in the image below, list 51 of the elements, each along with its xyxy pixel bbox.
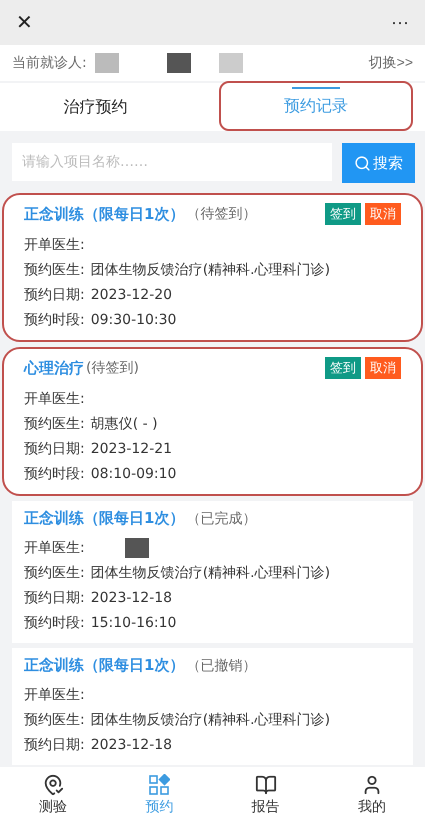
tab[interactable]: 预约记录 [218,81,413,131]
cancel-button[interactable]: 取消 [365,357,401,379]
record-status: （待签到） [186,205,256,223]
field-value: 15:10-16:10 [90,614,176,630]
field-label: 预约日期: [24,736,85,754]
record-title: 正念训练（限每日1次） [24,204,184,224]
record-status: （已完成） [186,510,256,528]
field-label: 预约时段: [24,614,85,632]
patient-label: 当前就诊人: [12,54,87,72]
field-value: 2023-12-18 [90,736,172,752]
field-label: 预约日期: [24,588,85,606]
field-value: 团体生物反馈治疗(精神科.心理科门诊) [90,564,330,582]
field-label: 预约日期: [24,286,85,304]
field-value: 2023-12-20 [90,286,172,302]
location-pin-icon [42,774,64,796]
field-label: 预约医生: [24,564,85,582]
field-value: 2023-12-18 [90,590,172,606]
record-status: （已撤销） [186,656,256,674]
check-in-button[interactable]: 签到 [325,357,361,379]
record-status: (待签到) [86,359,139,377]
field-label: 预约医生: [24,260,85,278]
close-button[interactable]: ✕ [16,10,33,35]
record-title: 心理治疗 [24,358,84,378]
search-button[interactable]: 搜索 [342,143,415,183]
field-label: 预约医生: [24,414,85,432]
field-value: 08:10-09:10 [90,466,176,482]
switch-link[interactable]: 切换>> [368,54,413,72]
field-label: 预约日期: [24,440,85,458]
field-value: 胡惠仪( - ) [90,414,158,432]
check-in-button[interactable]: 签到 [325,203,361,225]
grid-icon [148,774,170,796]
field-label: 开单医生: [24,236,85,254]
field-label: 预约时段: [24,464,85,482]
record-title: 正念训练（限每日1次） [24,509,184,528]
field-value: 团体生物反馈治疗(精神科.心理科门诊) [90,260,330,278]
book-icon [254,774,277,796]
field-label: 开单医生: [24,538,85,556]
field-label: 预约时段: [24,310,85,328]
field-value: 09:30-10:30 [90,312,176,328]
cancel-button[interactable]: 取消 [365,203,401,225]
field-value: 2023-12-21 [90,440,172,456]
record-title: 正念训练（限每日1次） [24,656,184,675]
redaction-block [218,53,243,73]
field-label: 预约医生: [24,710,85,728]
field-value: 团体生物反馈治疗(精神科.心理科门诊) [90,710,330,728]
field-label: 开单医生: [24,390,85,408]
search-field[interactable]: 请输入项目名称…… [12,143,332,181]
field-label: 开单医生: [24,686,85,704]
search-icon [354,154,371,172]
redaction-block [166,53,191,73]
more-button[interactable]: ··· [391,12,409,33]
